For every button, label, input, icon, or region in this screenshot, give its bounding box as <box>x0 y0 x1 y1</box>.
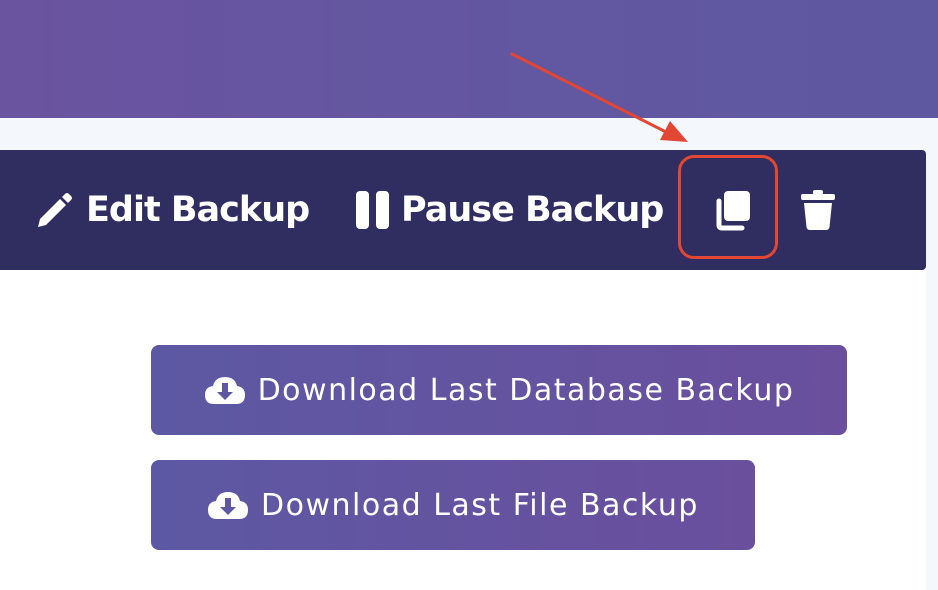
edit-backup-button[interactable]: Edit Backup <box>34 186 310 234</box>
annotation-highlight-box <box>678 155 778 259</box>
delete-backup-button[interactable] <box>790 180 846 240</box>
download-file-label: Download Last File Backup <box>261 487 699 523</box>
page: Edit Backup Pause Backup Download Last D… <box>0 0 938 590</box>
download-database-backup-button[interactable]: Download Last Database Backup <box>151 345 847 435</box>
cloud-download-icon <box>208 492 249 519</box>
backup-toolbar: Edit Backup Pause Backup <box>0 150 926 270</box>
pause-backup-label: Pause Backup <box>401 190 664 230</box>
header-banner <box>0 0 938 118</box>
page-background-edge <box>926 150 938 590</box>
pause-backup-button[interactable]: Pause Backup <box>355 186 664 234</box>
pause-icon <box>356 191 389 229</box>
edit-backup-label: Edit Backup <box>86 190 310 230</box>
pencil-icon <box>38 193 72 227</box>
page-background-strip <box>0 118 938 150</box>
download-file-backup-button[interactable]: Download Last File Backup <box>151 460 755 550</box>
download-database-label: Download Last Database Backup <box>257 372 795 408</box>
cloud-download-icon <box>204 377 245 404</box>
trash-icon <box>801 190 835 230</box>
